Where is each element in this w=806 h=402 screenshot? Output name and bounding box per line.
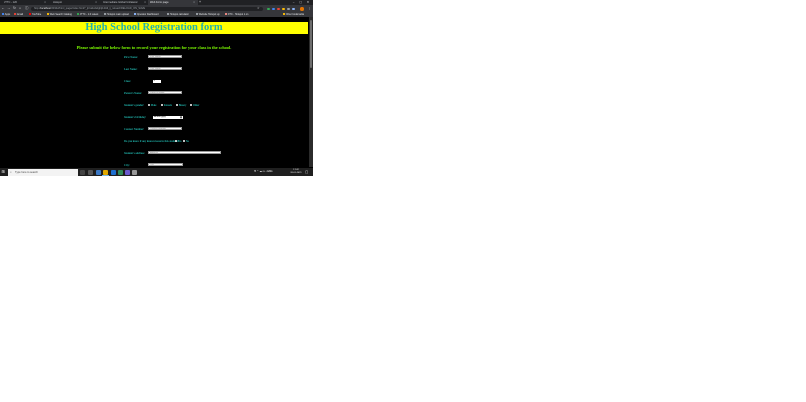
cortana-icon[interactable]	[80, 169, 85, 175]
profile-avatar[interactable]	[300, 7, 304, 11]
gender-option-female[interactable]: Female	[161, 104, 172, 107]
class-select[interactable]: 1	[153, 79, 161, 83]
info-icon[interactable]: ⓘ	[25, 5, 28, 12]
active-app-indicator	[102, 175, 109, 176]
tab-0-label: JTTC - 120	[4, 1, 17, 4]
address-input[interactable]: Address	[148, 151, 221, 155]
contact-label: Contact Number:	[124, 127, 145, 131]
app-taskbar-icon-1[interactable]	[118, 169, 123, 175]
gender-option-binary[interactable]: Binary	[176, 104, 186, 107]
scrollbar-thumb[interactable]	[309, 20, 313, 68]
address-label: Student's address:	[124, 151, 146, 155]
desktop-screen: JTTC - 120 ✕ Hotspot ✕ Intermediate Glob…	[0, 0, 313, 176]
parent-name-input[interactable]: Parent's Name	[148, 91, 182, 95]
gender-label: Student's gender:	[124, 103, 145, 107]
bookmark-youtube-label: YouTube	[31, 13, 42, 16]
bookmark-3-icon	[47, 13, 49, 16]
bookmark-9-icon	[225, 13, 227, 16]
gender-male-label: Male	[150, 103, 157, 107]
parent-name-label: Parent's Name:	[124, 91, 142, 95]
extension-icon-1[interactable]	[267, 7, 270, 10]
tab-1-label: Hotspot	[53, 1, 62, 4]
tab-2-label: Intermediate Global Unilateral	[103, 1, 138, 4]
city-input[interactable]: City	[148, 163, 183, 167]
city-label: City:	[124, 163, 130, 167]
url-rest: :63342/html_page/index.html?_ijt=abcdefg…	[50, 6, 146, 10]
first-name-input[interactable]: First Name	[148, 55, 182, 59]
file-explorer-icon[interactable]	[96, 169, 101, 175]
extension-icon-6[interactable]	[292, 7, 295, 10]
first-name-label: First Name:	[124, 55, 138, 59]
search-icon: ⌕	[10, 169, 12, 174]
web-page: High School Registration form Please sub…	[0, 17, 309, 167]
bookmark-4-label: JTTC - 1.0 Latest	[79, 13, 99, 16]
page-subtitle: Please submit the below form to record y…	[76, 45, 232, 50]
known-issue-yes-label: Yes	[177, 139, 182, 143]
folder-icon	[283, 13, 285, 16]
known-issue-label: Do you know if any known issue in this s…	[124, 139, 180, 143]
app-taskbar-icon-3[interactable]	[132, 169, 137, 175]
language-indicator[interactable]: ENG	[267, 170, 272, 173]
chrome-taskbar-icon[interactable]	[103, 169, 108, 175]
back-arrow-icon[interactable]: ←	[2, 5, 5, 12]
youtube-icon	[29, 13, 31, 16]
system-tray[interactable]: ⚑ ⌃ ☁ ▭ ♪ ENG	[254, 168, 273, 176]
gender-female-label: Female	[163, 103, 172, 107]
bookmark-5-label: Hotspot main upload	[106, 13, 129, 16]
address-bar-url: http://localhost:63342/html_page/index.h…	[34, 7, 145, 11]
page-title: High School Registration form	[85, 22, 223, 33]
forward-arrow-icon[interactable]: →	[7, 5, 10, 12]
calendar-icon[interactable]: ▦	[179, 116, 183, 120]
taskbar-clock[interactable]: 17:42 26-01-2021	[290, 169, 302, 176]
last-name-input[interactable]: Last Name	[148, 67, 182, 71]
bookmark-9-label: DTC - Hotspot 1 on	[227, 13, 249, 16]
bookmark-8-label: Website Hotspot up	[198, 13, 220, 16]
more-menu-icon[interactable]: ⋮	[308, 5, 311, 12]
bookmark-6-label: Operator Dashboard	[136, 13, 159, 16]
apps-grid-icon	[2, 13, 4, 16]
extension-icon-3[interactable]	[277, 7, 280, 10]
vscode-taskbar-icon[interactable]	[111, 169, 116, 175]
notifications-icon[interactable]: ▢	[305, 168, 308, 176]
clock-date: 26-01-2021	[290, 172, 302, 174]
home-icon[interactable]: ⌂	[19, 5, 21, 12]
class-label: Class:	[124, 79, 132, 83]
known-issue-option-yes[interactable]: Yes	[175, 140, 182, 143]
extension-icon-2[interactable]	[272, 7, 275, 10]
task-view-icon[interactable]	[88, 169, 93, 175]
bookmark-gmail-label: Gmail	[16, 13, 24, 16]
bookmark-star-icon[interactable]: ☆	[257, 5, 260, 12]
bookmark-7-label: Hotspot calculator	[169, 13, 189, 16]
reload-icon[interactable]: ↻	[13, 5, 16, 12]
bookmark-3-label: Web Search Catalog	[49, 13, 72, 16]
gmail-icon	[14, 13, 16, 16]
last-name-label: Last Name:	[124, 67, 138, 71]
bookmark-4-icon	[77, 13, 79, 16]
gender-other-label: Other	[192, 103, 200, 107]
gender-option-other[interactable]: Other	[190, 104, 199, 107]
taskbar-search-placeholder: Type here to search	[15, 170, 38, 174]
tab-3-label: Web Form page	[150, 1, 169, 4]
known-issue-option-no[interactable]: No	[183, 140, 189, 143]
contact-input[interactable]: Contact Number	[148, 127, 182, 131]
extension-icon-4[interactable]	[282, 7, 285, 10]
bookmark-apps-label: Apps	[4, 13, 11, 16]
gender-binary-label: Binary	[178, 103, 187, 107]
bookmark-5-icon	[104, 13, 106, 16]
app-taskbar-icon-2[interactable]	[125, 169, 130, 175]
gender-option-male[interactable]: Male	[148, 104, 156, 107]
bookmark-8-icon	[196, 13, 198, 16]
known-issue-no-label: No	[185, 139, 189, 143]
url-host: localhost	[40, 6, 51, 10]
windows-start-icon[interactable]: ⊞	[2, 170, 5, 174]
birthday-label: Student's birthday:	[124, 115, 147, 119]
extension-icon-5[interactable]	[287, 7, 290, 10]
bookmark-other-label: Other bookmarks	[285, 13, 305, 16]
bookmark-6-icon	[134, 13, 136, 16]
bookmark-7-icon	[167, 13, 169, 16]
